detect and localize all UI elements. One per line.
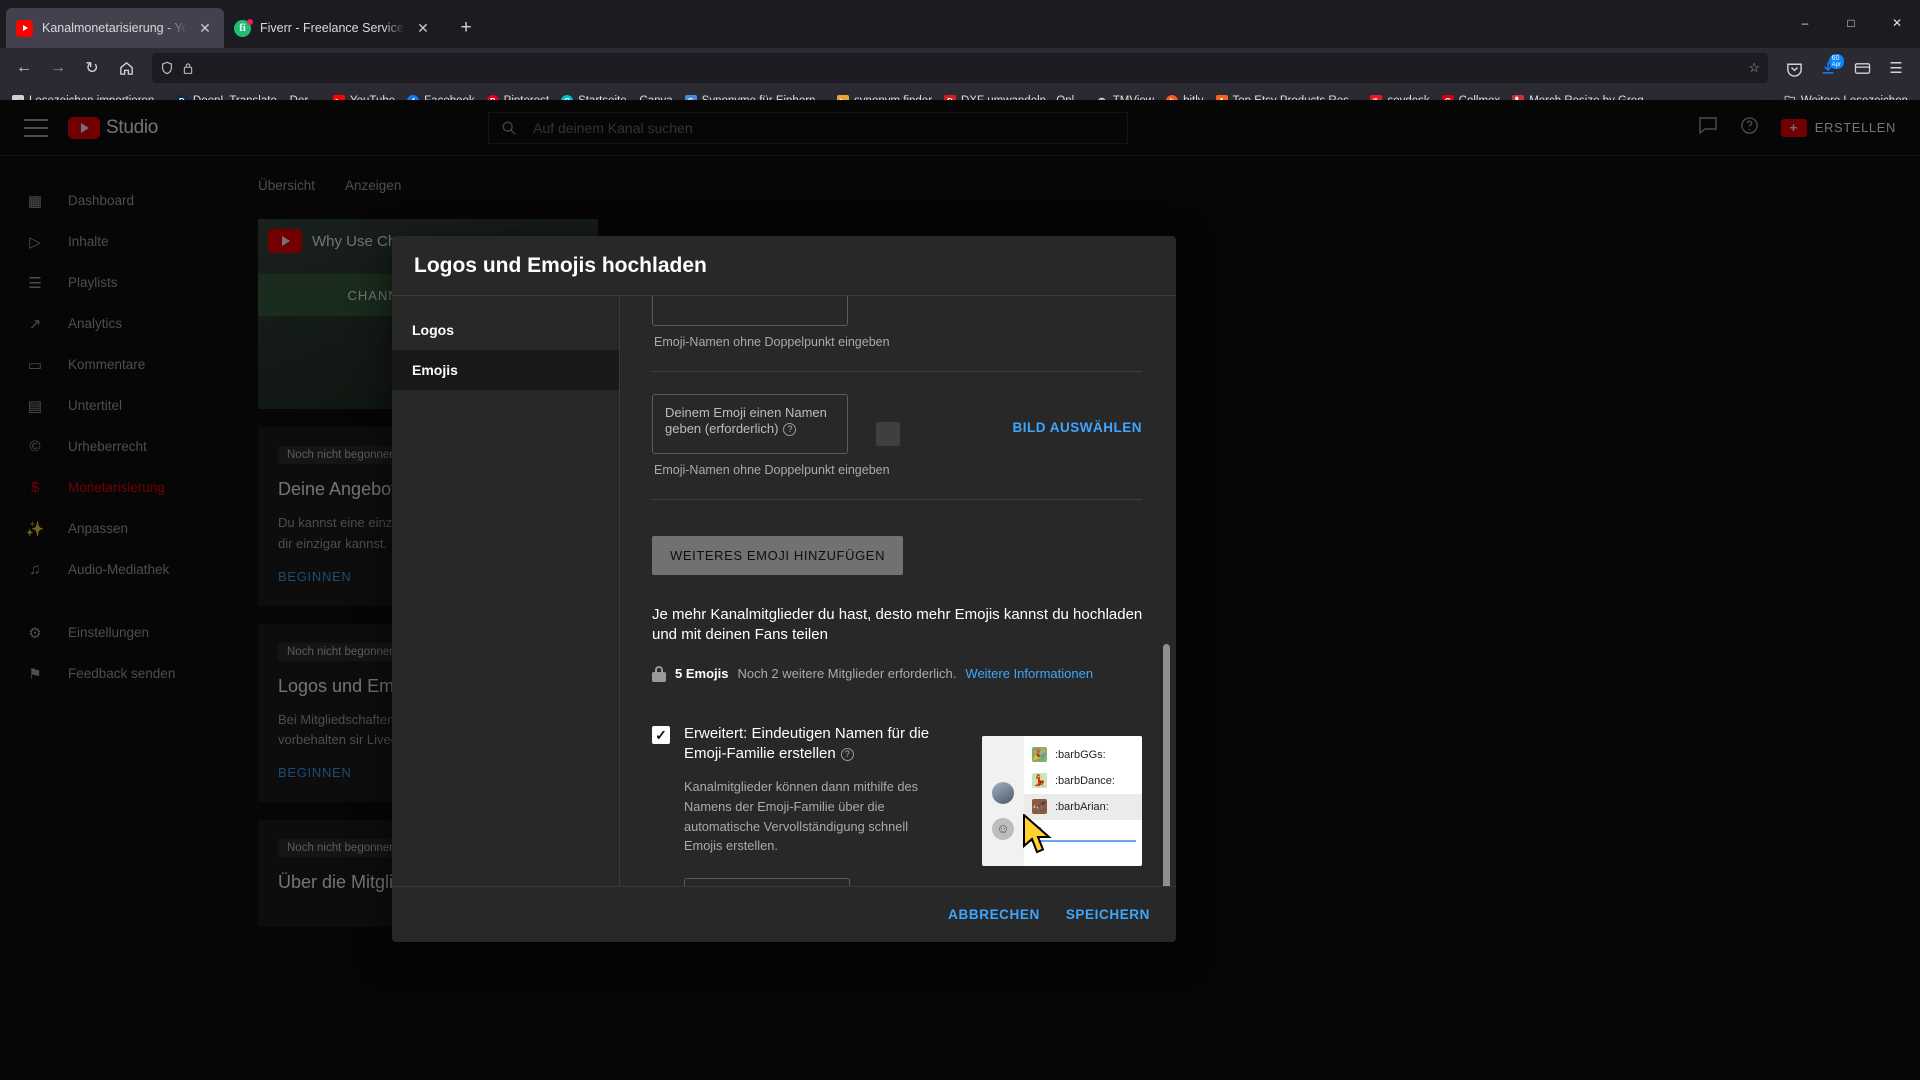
- tab-title: Kanalmonetarisierung - YouTub: [42, 21, 187, 35]
- save-button[interactable]: SPEICHERN: [1066, 907, 1150, 922]
- suggestion-label: :barbDance:: [1055, 774, 1115, 787]
- lock-icon: [652, 665, 666, 682]
- maximize-button[interactable]: □: [1828, 0, 1874, 46]
- emoji-helper-text-1: Emoji-Namen ohne Doppelpunkt eingeben: [654, 335, 890, 349]
- emoji-name-input-1[interactable]: [652, 296, 848, 326]
- pick-image-button[interactable]: BILD AUSWÄHLEN: [1013, 420, 1143, 435]
- browser-window: Kanalmonetarisierung - YouTub ✕ fi Fiver…: [0, 0, 1920, 1080]
- members-info-text: Je mehr Kanalmitglieder du hast, desto m…: [652, 606, 1143, 644]
- emoji-thumb-icon: 💃: [1032, 773, 1047, 788]
- suggestion-label: :barbGGs:: [1055, 748, 1106, 761]
- close-window-button[interactable]: ✕: [1874, 0, 1920, 46]
- dialog-nav-label: Logos: [412, 322, 454, 338]
- upload-logos-emojis-dialog: Logos und Emojis hochladen Logos Emojis: [392, 236, 1176, 942]
- back-button[interactable]: ←: [8, 52, 40, 84]
- window-controls: – □ ✕: [1782, 0, 1920, 46]
- help-icon[interactable]: ?: [783, 422, 797, 436]
- emoji-helper-text-2: Emoji-Namen ohne Doppelpunkt eingeben: [654, 463, 890, 477]
- navigation-toolbar: ← → ↻ ☆ 60 Apr ☰: [0, 48, 1920, 88]
- learn-more-link[interactable]: Weitere Informationen: [965, 666, 1093, 681]
- dialog-nav: Logos Emojis: [392, 296, 620, 886]
- dialog-scroll-area: Emoji-Namen ohne Doppelpunkt eingeben De…: [620, 296, 1176, 886]
- divider: [652, 499, 1142, 500]
- advanced-checkbox[interactable]: [652, 725, 670, 744]
- fiverr-favicon-icon: fi: [234, 18, 253, 37]
- dialog-scrollbar[interactable]: [1163, 644, 1170, 886]
- dialog-nav-emojis[interactable]: Emojis: [392, 350, 619, 390]
- account-icon[interactable]: [1846, 52, 1878, 84]
- divider: [652, 371, 1142, 372]
- minimize-button[interactable]: –: [1782, 0, 1828, 46]
- toolbar-icon-group: 60 Apr ☰: [1778, 52, 1912, 84]
- add-another-emoji-button[interactable]: WEITERES EMOJI HINZUFÜGEN: [652, 536, 904, 575]
- emoji-image-thumbnail[interactable]: [876, 422, 900, 446]
- lock-icon: [182, 62, 194, 75]
- preview-suggestion: 💃 :barbDance:: [1024, 768, 1142, 794]
- emoji-row-1: [652, 296, 1142, 326]
- dialog-nav-logos[interactable]: Logos: [392, 310, 619, 350]
- shield-icon: [160, 61, 174, 75]
- emoji-thumb-icon: 🐗: [1032, 799, 1047, 814]
- cancel-button[interactable]: ABBRECHEN: [948, 907, 1040, 922]
- dialog-nav-label: Emojis: [412, 362, 458, 378]
- youtube-studio-page: Studio Auf deinem Kanal suchen: [0, 100, 1920, 1080]
- close-tab-icon[interactable]: ✕: [196, 19, 214, 37]
- preview-sidebar: ☺: [982, 735, 1024, 866]
- emoji-quota-note: Noch 2 weitere Mitglieder erforderlich.: [737, 666, 957, 681]
- dialog-footer: ABBRECHEN SPEICHERN: [392, 886, 1176, 942]
- emoji-autocomplete-preview-image: ☺ 🎉 :barbGGs: 💃 :barbDance: 🐗:barbArian…: [982, 735, 1142, 866]
- preview-avatar-icon: [992, 781, 1014, 804]
- emoji-thumb-icon: 🎉: [1032, 747, 1047, 762]
- advanced-checkbox-label: Erweitert: Eindeutigen Namen für die Emo…: [684, 724, 930, 763]
- dialog-body: Logos Emojis Emoji-Namen ohne Doppelpunk…: [392, 296, 1176, 886]
- browser-tab-youtube[interactable]: Kanalmonetarisierung - YouTub ✕: [6, 8, 224, 48]
- downloads-icon[interactable]: 60 Apr: [1812, 52, 1844, 84]
- bookmark-star-icon[interactable]: ☆: [1748, 60, 1760, 76]
- emoji-name-input-2[interactable]: Deinem Emoji einen Namen geben (erforder…: [652, 394, 848, 454]
- advanced-section: Erweitert: Eindeutigen Namen für die Emo…: [652, 724, 1142, 886]
- download-badge: 60 Apr: [1828, 54, 1844, 69]
- close-tab-icon[interactable]: ✕: [414, 19, 432, 37]
- preview-suggestion: 🎉 :barbGGs:: [1024, 742, 1142, 768]
- advanced-checkbox-row[interactable]: Erweitert: Eindeutigen Namen für die Emo…: [652, 724, 942, 765]
- emoji-row-2: Deinem Emoji einen Namen geben (erforder…: [652, 394, 1142, 454]
- new-tab-button[interactable]: +: [450, 12, 482, 44]
- reload-button[interactable]: ↻: [76, 52, 108, 84]
- app-menu-icon[interactable]: ☰: [1880, 52, 1912, 84]
- forward-button[interactable]: →: [42, 52, 74, 84]
- emoji-quota-count: 5 Emojis: [675, 666, 729, 681]
- advanced-left-column: Erweitert: Eindeutigen Namen für die Emo…: [652, 724, 942, 886]
- emoji-family-name-input[interactable]: Name der Emoji-Familie: [684, 878, 850, 886]
- preview-emoji-picker-icon: ☺: [992, 817, 1014, 840]
- tab-strip: Kanalmonetarisierung - YouTub ✕ fi Fiver…: [0, 0, 1920, 48]
- advanced-description: Kanalmitglieder können dann mithilfe des…: [684, 778, 919, 854]
- dialog-header: Logos und Emojis hochladen: [392, 236, 1176, 296]
- home-button[interactable]: [110, 52, 142, 84]
- emoji-quota-row: 5 Emojis Noch 2 weitere Mitglieder erfor…: [652, 665, 1142, 682]
- dialog-content: Emoji-Namen ohne Doppelpunkt eingeben De…: [620, 296, 1176, 886]
- tab-title: Fiverr - Freelance Services Mark: [260, 21, 405, 35]
- dialog-title: Logos und Emojis hochladen: [414, 253, 707, 277]
- pocket-icon[interactable]: [1778, 52, 1810, 84]
- address-bar[interactable]: ☆: [152, 53, 1768, 83]
- help-icon[interactable]: ?: [840, 747, 854, 761]
- youtube-favicon-icon: [16, 19, 33, 37]
- suggestion-label: :barbArian:: [1055, 800, 1109, 813]
- emoji-name-placeholder: Deinem Emoji einen Namen geben (erforder…: [665, 405, 827, 436]
- browser-tab-fiverr[interactable]: fi Fiverr - Freelance Services Mark ✕: [224, 8, 442, 48]
